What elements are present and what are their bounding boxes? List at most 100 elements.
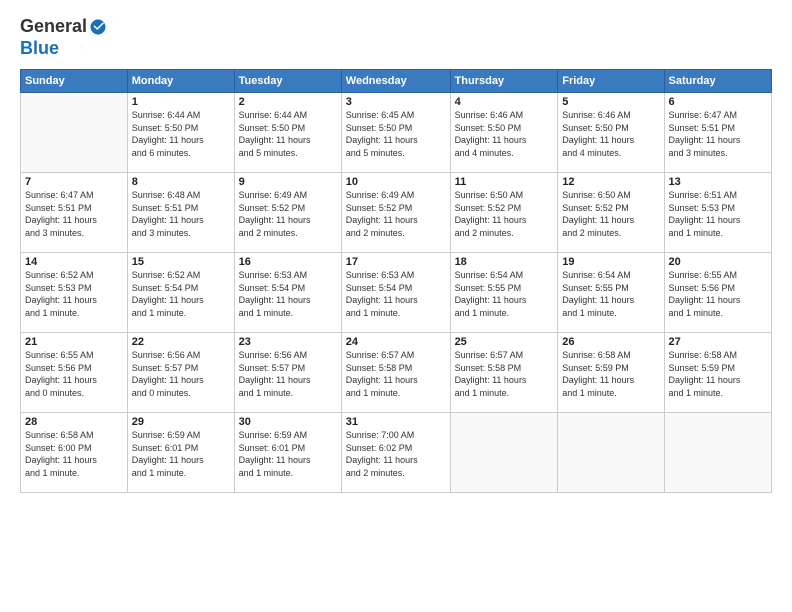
calendar-cell: 18Sunrise: 6:54 AM Sunset: 5:55 PM Dayli…: [450, 253, 558, 333]
weekday-header: Tuesday: [234, 70, 341, 93]
calendar-cell: 13Sunrise: 6:51 AM Sunset: 5:53 PM Dayli…: [664, 173, 771, 253]
calendar-cell: 19Sunrise: 6:54 AM Sunset: 5:55 PM Dayli…: [558, 253, 664, 333]
calendar-cell: 5Sunrise: 6:46 AM Sunset: 5:50 PM Daylig…: [558, 93, 664, 173]
day-info: Sunrise: 6:56 AM Sunset: 5:57 PM Dayligh…: [132, 349, 230, 399]
calendar-cell: 10Sunrise: 6:49 AM Sunset: 5:52 PM Dayli…: [341, 173, 450, 253]
day-info: Sunrise: 6:55 AM Sunset: 5:56 PM Dayligh…: [669, 269, 767, 319]
calendar-cell: 21Sunrise: 6:55 AM Sunset: 5:56 PM Dayli…: [21, 333, 128, 413]
day-info: Sunrise: 6:52 AM Sunset: 5:54 PM Dayligh…: [132, 269, 230, 319]
day-number: 4: [455, 96, 554, 108]
day-number: 6: [669, 96, 767, 108]
day-info: Sunrise: 6:53 AM Sunset: 5:54 PM Dayligh…: [239, 269, 337, 319]
weekday-header: Monday: [127, 70, 234, 93]
header: General Blue: [20, 16, 772, 59]
page: General Blue SundayMondayTuesdayWednesda…: [0, 0, 792, 612]
day-number: 9: [239, 176, 337, 188]
day-info: Sunrise: 6:51 AM Sunset: 5:53 PM Dayligh…: [669, 189, 767, 239]
day-number: 29: [132, 416, 230, 428]
day-number: 13: [669, 176, 767, 188]
calendar-cell: 4Sunrise: 6:46 AM Sunset: 5:50 PM Daylig…: [450, 93, 558, 173]
calendar-table: SundayMondayTuesdayWednesdayThursdayFrid…: [20, 69, 772, 493]
day-number: 19: [562, 256, 659, 268]
calendar-header-row: SundayMondayTuesdayWednesdayThursdayFrid…: [21, 70, 772, 93]
calendar-cell: 27Sunrise: 6:58 AM Sunset: 5:59 PM Dayli…: [664, 333, 771, 413]
calendar-cell: 26Sunrise: 6:58 AM Sunset: 5:59 PM Dayli…: [558, 333, 664, 413]
day-info: Sunrise: 6:58 AM Sunset: 5:59 PM Dayligh…: [669, 349, 767, 399]
day-info: Sunrise: 6:50 AM Sunset: 5:52 PM Dayligh…: [455, 189, 554, 239]
calendar-cell: 1Sunrise: 6:44 AM Sunset: 5:50 PM Daylig…: [127, 93, 234, 173]
day-info: Sunrise: 7:00 AM Sunset: 6:02 PM Dayligh…: [346, 429, 446, 479]
day-number: 15: [132, 256, 230, 268]
calendar-cell: 29Sunrise: 6:59 AM Sunset: 6:01 PM Dayli…: [127, 413, 234, 493]
day-number: 12: [562, 176, 659, 188]
day-number: 1: [132, 96, 230, 108]
day-info: Sunrise: 6:54 AM Sunset: 5:55 PM Dayligh…: [455, 269, 554, 319]
weekday-header: Wednesday: [341, 70, 450, 93]
day-info: Sunrise: 6:47 AM Sunset: 5:51 PM Dayligh…: [669, 109, 767, 159]
day-number: 16: [239, 256, 337, 268]
day-number: 30: [239, 416, 337, 428]
day-number: 24: [346, 336, 446, 348]
day-number: 18: [455, 256, 554, 268]
day-info: Sunrise: 6:57 AM Sunset: 5:58 PM Dayligh…: [346, 349, 446, 399]
weekday-header: Thursday: [450, 70, 558, 93]
calendar-week-row: 28Sunrise: 6:58 AM Sunset: 6:00 PM Dayli…: [21, 413, 772, 493]
day-number: 22: [132, 336, 230, 348]
weekday-header: Friday: [558, 70, 664, 93]
calendar-cell: 24Sunrise: 6:57 AM Sunset: 5:58 PM Dayli…: [341, 333, 450, 413]
day-number: 10: [346, 176, 446, 188]
day-info: Sunrise: 6:52 AM Sunset: 5:53 PM Dayligh…: [25, 269, 123, 319]
calendar-cell: 15Sunrise: 6:52 AM Sunset: 5:54 PM Dayli…: [127, 253, 234, 333]
day-info: Sunrise: 6:57 AM Sunset: 5:58 PM Dayligh…: [455, 349, 554, 399]
calendar-cell: 6Sunrise: 6:47 AM Sunset: 5:51 PM Daylig…: [664, 93, 771, 173]
calendar-cell: 25Sunrise: 6:57 AM Sunset: 5:58 PM Dayli…: [450, 333, 558, 413]
day-number: 31: [346, 416, 446, 428]
logo-blue-text: Blue: [20, 38, 107, 60]
day-number: 17: [346, 256, 446, 268]
day-info: Sunrise: 6:55 AM Sunset: 5:56 PM Dayligh…: [25, 349, 123, 399]
calendar-cell: [664, 413, 771, 493]
calendar-cell: [21, 93, 128, 173]
weekday-header: Saturday: [664, 70, 771, 93]
weekday-header: Sunday: [21, 70, 128, 93]
day-number: 27: [669, 336, 767, 348]
day-number: 28: [25, 416, 123, 428]
logo: General Blue: [20, 16, 107, 59]
day-info: Sunrise: 6:44 AM Sunset: 5:50 PM Dayligh…: [132, 109, 230, 159]
calendar-cell: 16Sunrise: 6:53 AM Sunset: 5:54 PM Dayli…: [234, 253, 341, 333]
calendar-cell: [558, 413, 664, 493]
calendar-cell: [450, 413, 558, 493]
calendar-cell: 28Sunrise: 6:58 AM Sunset: 6:00 PM Dayli…: [21, 413, 128, 493]
calendar-cell: 22Sunrise: 6:56 AM Sunset: 5:57 PM Dayli…: [127, 333, 234, 413]
day-info: Sunrise: 6:49 AM Sunset: 5:52 PM Dayligh…: [239, 189, 337, 239]
day-info: Sunrise: 6:48 AM Sunset: 5:51 PM Dayligh…: [132, 189, 230, 239]
calendar-week-row: 1Sunrise: 6:44 AM Sunset: 5:50 PM Daylig…: [21, 93, 772, 173]
day-number: 2: [239, 96, 337, 108]
calendar-cell: 3Sunrise: 6:45 AM Sunset: 5:50 PM Daylig…: [341, 93, 450, 173]
day-number: 21: [25, 336, 123, 348]
day-number: 25: [455, 336, 554, 348]
day-number: 7: [25, 176, 123, 188]
day-number: 5: [562, 96, 659, 108]
calendar-cell: 11Sunrise: 6:50 AM Sunset: 5:52 PM Dayli…: [450, 173, 558, 253]
day-number: 20: [669, 256, 767, 268]
calendar-week-row: 14Sunrise: 6:52 AM Sunset: 5:53 PM Dayli…: [21, 253, 772, 333]
day-number: 11: [455, 176, 554, 188]
day-info: Sunrise: 6:47 AM Sunset: 5:51 PM Dayligh…: [25, 189, 123, 239]
day-number: 26: [562, 336, 659, 348]
calendar-cell: 23Sunrise: 6:56 AM Sunset: 5:57 PM Dayli…: [234, 333, 341, 413]
calendar-cell: 12Sunrise: 6:50 AM Sunset: 5:52 PM Dayli…: [558, 173, 664, 253]
day-info: Sunrise: 6:49 AM Sunset: 5:52 PM Dayligh…: [346, 189, 446, 239]
day-info: Sunrise: 6:44 AM Sunset: 5:50 PM Dayligh…: [239, 109, 337, 159]
day-info: Sunrise: 6:53 AM Sunset: 5:54 PM Dayligh…: [346, 269, 446, 319]
day-number: 3: [346, 96, 446, 108]
day-number: 8: [132, 176, 230, 188]
calendar-cell: 30Sunrise: 6:59 AM Sunset: 6:01 PM Dayli…: [234, 413, 341, 493]
day-info: Sunrise: 6:45 AM Sunset: 5:50 PM Dayligh…: [346, 109, 446, 159]
calendar-cell: 9Sunrise: 6:49 AM Sunset: 5:52 PM Daylig…: [234, 173, 341, 253]
logo-general-text: General: [20, 16, 87, 38]
day-info: Sunrise: 6:59 AM Sunset: 6:01 PM Dayligh…: [239, 429, 337, 479]
day-info: Sunrise: 6:50 AM Sunset: 5:52 PM Dayligh…: [562, 189, 659, 239]
day-info: Sunrise: 6:59 AM Sunset: 6:01 PM Dayligh…: [132, 429, 230, 479]
calendar-week-row: 7Sunrise: 6:47 AM Sunset: 5:51 PM Daylig…: [21, 173, 772, 253]
